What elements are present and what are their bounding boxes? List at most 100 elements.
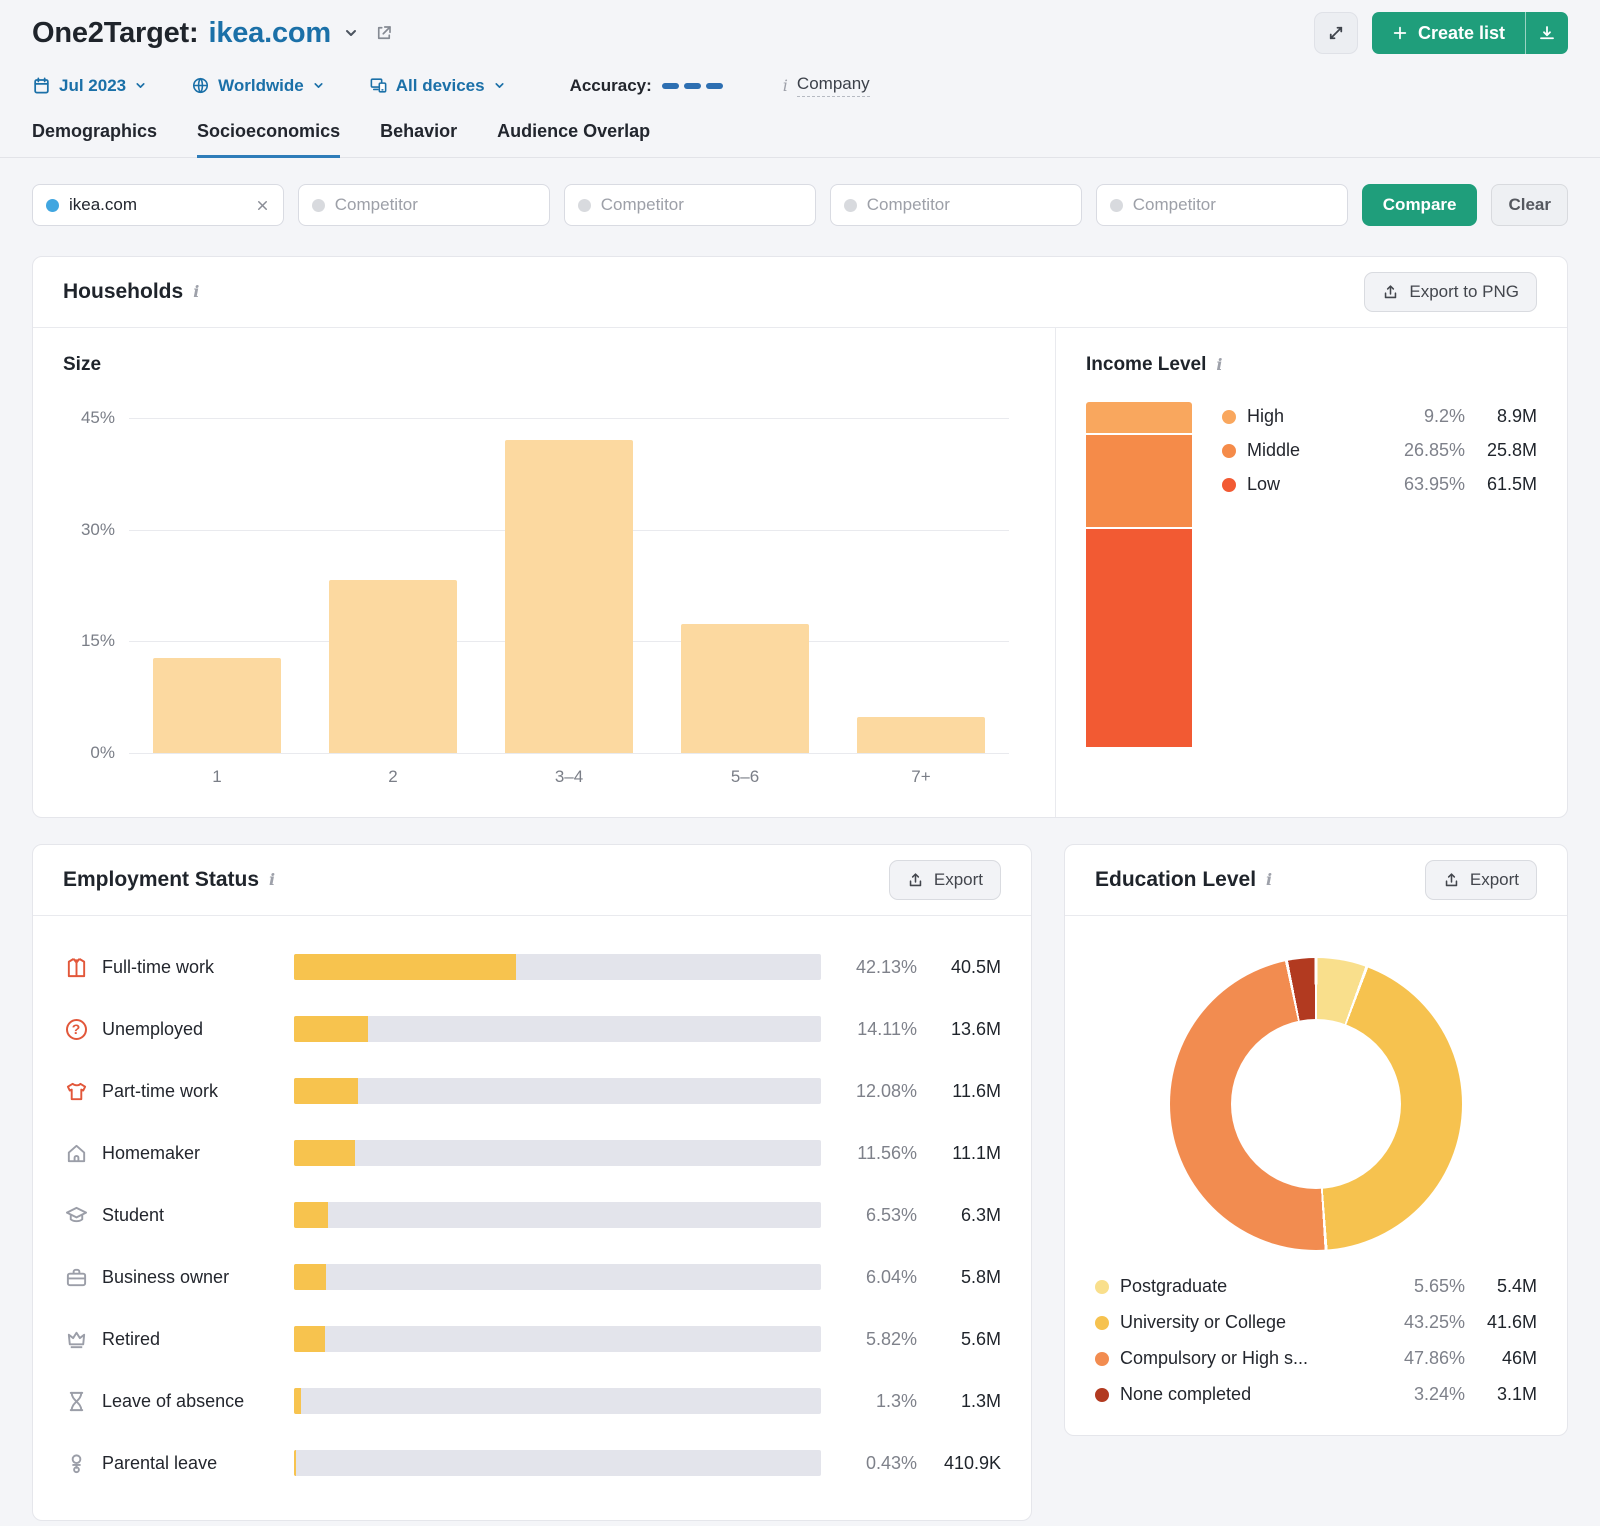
- x-axis-label: 2: [388, 767, 398, 786]
- employment-row: Leave of absence 1.3% 1.3M: [63, 1370, 1001, 1432]
- date-filter-label: Jul 2023: [59, 75, 127, 95]
- employment-bar-fill: [294, 1326, 325, 1352]
- close-icon[interactable]: [255, 198, 270, 213]
- competitor-input[interactable]: Competitor: [297, 184, 550, 226]
- employment-percent: 6.04%: [865, 1266, 917, 1287]
- employment-row: ? Unemployed 14.11% 13.6M: [63, 998, 1001, 1060]
- region-filter[interactable]: Worldwide: [191, 76, 325, 96]
- placeholder-dot-icon: [1109, 198, 1123, 212]
- info-icon: i: [782, 75, 788, 95]
- education-export-button[interactable]: Export: [1424, 860, 1537, 900]
- download-icon: [1538, 24, 1556, 42]
- y-axis-tick: 45%: [80, 408, 115, 427]
- student-icon: [63, 1204, 89, 1227]
- employment-percent: 42.13%: [855, 956, 917, 977]
- chevron-down-icon: [314, 83, 323, 88]
- chevron-down-icon[interactable]: [343, 25, 359, 41]
- create-list-button[interactable]: Create list: [1371, 12, 1568, 54]
- selected-domain-chip[interactable]: ikea.com: [32, 184, 284, 226]
- create-list-label: Create list: [1417, 22, 1505, 43]
- tab-behavior[interactable]: Behavior: [380, 121, 457, 158]
- education-legend-row: University or College 43.25% 41.6M: [1095, 1312, 1537, 1333]
- legend-percent: 9.2%: [1423, 406, 1465, 426]
- employment-value: 5.6M: [960, 1328, 1001, 1349]
- employment-label: Student: [102, 1204, 165, 1225]
- employment-bar-fill: [294, 1016, 369, 1042]
- gridline: 0%: [90, 743, 1009, 762]
- legend-percent: 43.25%: [1403, 1312, 1465, 1332]
- region-filter-label: Worldwide: [218, 75, 304, 95]
- chevron-down-icon: [495, 83, 504, 88]
- legend-dot-icon: [1222, 443, 1236, 458]
- calendar-icon: [32, 76, 51, 95]
- report-name: One2Target:: [32, 16, 199, 49]
- employment-label: Homemaker: [102, 1142, 201, 1163]
- info-icon[interactable]: i: [1216, 357, 1222, 373]
- date-filter[interactable]: Jul 2023: [32, 76, 147, 96]
- full-time-work-icon: [63, 956, 89, 979]
- employment-bar-fill: [294, 1388, 301, 1414]
- employment-value: 13.6M: [950, 1018, 1001, 1039]
- clear-button[interactable]: Clear: [1491, 184, 1568, 226]
- employment-bar-track: [294, 1388, 821, 1414]
- devices-filter-label: All devices: [395, 75, 485, 95]
- x-axis-label: 3–4: [554, 767, 584, 786]
- parental-leave-icon: [63, 1452, 89, 1475]
- download-button[interactable]: [1526, 12, 1568, 54]
- employment-bar-fill: [294, 1202, 329, 1228]
- export-to-png-button[interactable]: Export to PNG: [1364, 272, 1537, 312]
- tab-socioeconomics[interactable]: Socioeconomics: [197, 121, 341, 158]
- x-axis-label: 1: [212, 767, 222, 786]
- competitor-placeholder: Competitor: [866, 195, 950, 214]
- external-link-icon[interactable]: [375, 24, 393, 42]
- employment-export-label: Export: [933, 870, 983, 889]
- employment-bar-track: [294, 1016, 821, 1042]
- competitor-placeholder: Competitor: [600, 195, 684, 214]
- competitor-input[interactable]: Competitor: [1095, 184, 1348, 226]
- employment-row: Student 6.53% 6.3M: [63, 1184, 1001, 1246]
- legend-label: Postgraduate: [1120, 1276, 1228, 1296]
- bar-5–6: [680, 624, 810, 753]
- competitor-input[interactable]: Competitor: [829, 184, 1082, 226]
- legend-percent: 3.24%: [1413, 1384, 1465, 1404]
- competitor-placeholder: Competitor: [1132, 195, 1216, 214]
- y-axis-tick: 30%: [80, 519, 115, 539]
- legend-value: 3.1M: [1496, 1384, 1537, 1404]
- employment-row: Retired 5.82% 5.6M: [63, 1308, 1001, 1370]
- employment-export-button[interactable]: Export: [888, 860, 1001, 900]
- company-info[interactable]: i Company: [783, 74, 870, 97]
- retired-icon: [63, 1328, 89, 1351]
- employment-label: Parental leave: [102, 1452, 218, 1473]
- employment-percent: 0.43%: [865, 1452, 917, 1473]
- legend-label: High: [1247, 406, 1285, 426]
- employment-row: Full-time work 42.13% 40.5M: [63, 936, 1001, 998]
- info-icon[interactable]: i: [269, 872, 275, 888]
- compare-button[interactable]: Compare: [1361, 184, 1478, 226]
- employment-value: 11.6M: [952, 1080, 1001, 1101]
- info-icon[interactable]: i: [1266, 872, 1272, 888]
- competitor-placeholder: Competitor: [334, 195, 418, 214]
- tab-audience-overlap[interactable]: Audience Overlap: [497, 121, 650, 158]
- education-level-title: Education Level: [1095, 868, 1257, 891]
- employment-bar-track: [294, 1264, 821, 1290]
- tab-demographics[interactable]: Demographics: [32, 121, 157, 158]
- legend-label: Low: [1247, 474, 1281, 494]
- income-level-title: Income Level: [1086, 354, 1207, 375]
- employment-bar-track: [294, 1078, 821, 1104]
- employment-value: 6.3M: [960, 1204, 1001, 1225]
- target-domain[interactable]: ikea.com: [208, 17, 331, 50]
- legend-value: 61.5M: [1486, 474, 1537, 494]
- legend-label: None completed: [1120, 1384, 1252, 1404]
- competitor-input[interactable]: Competitor: [563, 184, 816, 226]
- expand-button[interactable]: [1313, 12, 1358, 54]
- employment-bar-fill: [294, 1140, 355, 1166]
- employment-bar-track: [294, 1326, 821, 1352]
- x-axis-label: 5–6: [730, 767, 760, 786]
- bar-slot: [833, 418, 1009, 753]
- info-icon[interactable]: i: [193, 284, 199, 300]
- employment-bar-fill: [294, 1264, 326, 1290]
- domain-dot-icon: [46, 198, 59, 212]
- devices-filter[interactable]: All devices: [369, 76, 506, 96]
- employment-bar-fill: [294, 1450, 297, 1476]
- education-legend-row: Postgraduate 5.65% 5.4M: [1095, 1276, 1537, 1297]
